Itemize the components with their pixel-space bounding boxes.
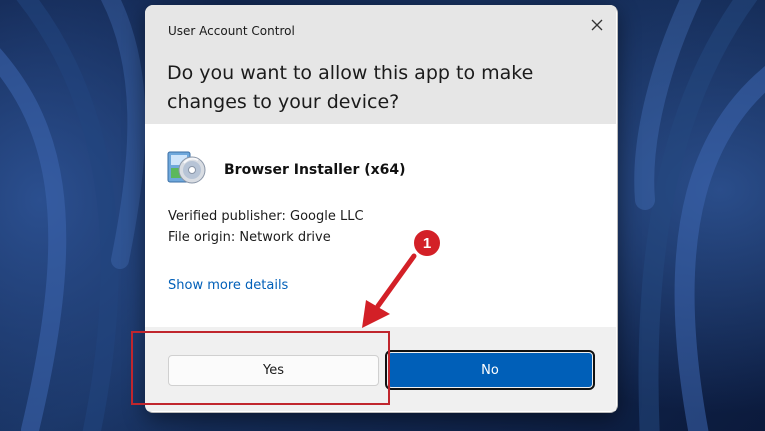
step-number-badge: 1 xyxy=(412,228,442,258)
publisher-label: Verified publisher: Google LLC xyxy=(168,209,364,224)
annotation-highlight-box xyxy=(131,331,390,405)
close-button[interactable] xyxy=(583,11,611,39)
no-button[interactable]: No xyxy=(388,353,592,387)
file-origin-label: File origin: Network drive xyxy=(168,230,331,245)
show-more-details-link[interactable]: Show more details xyxy=(168,278,288,293)
consent-question: Do you want to allow this app to make ch… xyxy=(167,62,534,113)
dialog-body xyxy=(145,124,616,327)
dialog-title: User Account Control xyxy=(168,24,295,38)
app-name: Browser Installer (x64) xyxy=(224,162,406,178)
close-icon xyxy=(591,19,603,31)
dialog-header: User Account Control Do you want to allo… xyxy=(145,5,616,124)
installer-disc-icon xyxy=(164,146,208,190)
